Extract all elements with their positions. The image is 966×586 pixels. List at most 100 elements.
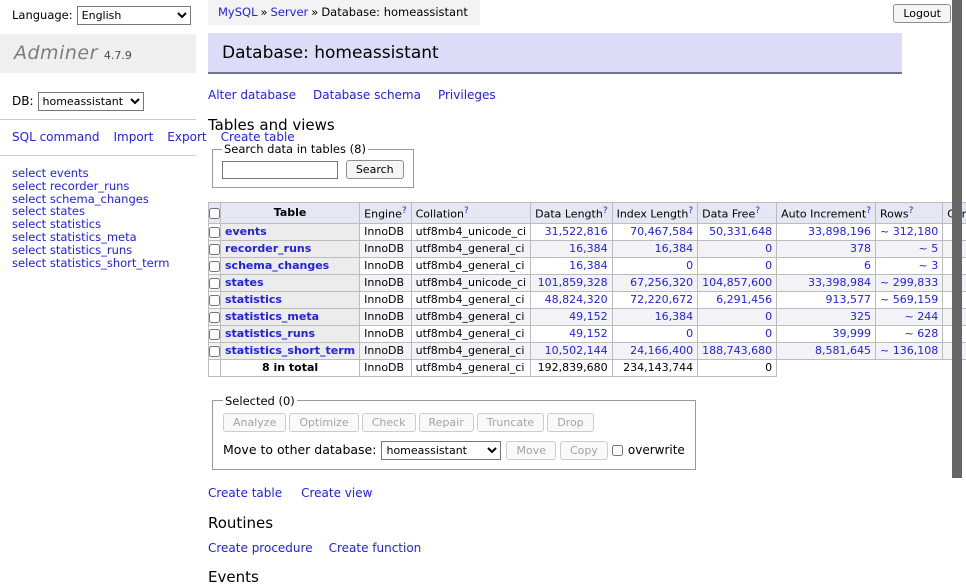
- help-link[interactable]: ?: [688, 206, 693, 216]
- breadcrumb-item[interactable]: MySQL: [218, 5, 258, 19]
- sidebar-item-statistics_meta[interactable]: select statistics_meta: [12, 231, 196, 244]
- select-all-checkbox[interactable]: [209, 208, 220, 219]
- cell-collation: utf8mb4_unicode_ci: [411, 274, 530, 291]
- row-checkbox-statistics[interactable]: [209, 295, 220, 306]
- cell-table-name: statistics_runs: [221, 325, 360, 342]
- breadcrumb-item: Database: homeassistant: [321, 5, 468, 19]
- cell-table-name: statistics: [221, 291, 360, 308]
- cell-engine: InnoDB: [360, 257, 411, 274]
- column-header-index-length: Index Length?: [612, 203, 698, 224]
- language-select[interactable]: English: [77, 6, 191, 25]
- analyze-button[interactable]: Analyze: [223, 413, 286, 432]
- db-select[interactable]: homeassistant: [38, 92, 144, 111]
- help-link[interactable]: ?: [866, 206, 871, 216]
- sidebar-item-recorder_runs[interactable]: select recorder_runs: [12, 180, 196, 193]
- cell-data-free: 50,331,648: [698, 223, 777, 240]
- help-link[interactable]: ?: [402, 206, 407, 216]
- search-input[interactable]: [222, 161, 338, 179]
- table-link-states[interactable]: states: [225, 276, 264, 289]
- logout-button[interactable]: Logout: [893, 4, 951, 23]
- sidebar-action-import[interactable]: Import: [113, 130, 153, 144]
- cell-data-free: 188,743,680: [698, 342, 777, 359]
- sidebar-actions: SQL commandImportExportCreate table: [0, 128, 196, 147]
- table-row: statistics_metaInnoDButf8mb4_general_ci4…: [209, 308, 966, 325]
- row-checkbox-states[interactable]: [209, 278, 220, 289]
- totals-index-length: 234,143,744: [612, 359, 698, 376]
- help-link[interactable]: ?: [464, 206, 469, 216]
- sidebar-action-sql-command[interactable]: SQL command: [12, 130, 99, 144]
- search-legend: Search data in tables (8): [222, 142, 368, 156]
- search-button[interactable]: Search: [346, 160, 404, 179]
- routines-heading: Routines: [208, 514, 902, 532]
- vertical-scrollbar-thumb[interactable]: [952, 0, 962, 478]
- sidebar-action-export[interactable]: Export: [167, 130, 206, 144]
- selected-fieldset: Selected (0) AnalyzeOptimizeCheckRepairT…: [212, 394, 696, 470]
- cell-auto-increment: 913,577: [777, 291, 876, 308]
- cell-engine: InnoDB: [360, 325, 411, 342]
- sidebar: Language:English Adminer4.7.9 DB:homeass…: [0, 0, 196, 269]
- cell-data-length: 31,522,816: [531, 223, 612, 240]
- privileges-link[interactable]: Privileges: [438, 88, 496, 102]
- table-link-schema_changes[interactable]: schema_changes: [225, 259, 329, 272]
- check-button[interactable]: Check: [362, 413, 416, 432]
- selected-legend: Selected (0): [223, 394, 297, 408]
- totals-row: 8 in totalInnoDButf8mb4_general_ci192,83…: [209, 359, 966, 376]
- table-link-statistics_short_term[interactable]: statistics_short_term: [225, 344, 355, 357]
- sidebar-table-links: select eventsselect recorder_runsselect …: [0, 164, 196, 269]
- sidebar-item-statistics_runs[interactable]: select statistics_runs: [12, 244, 196, 257]
- drop-button[interactable]: Drop: [547, 413, 593, 432]
- row-checkbox-events[interactable]: [209, 227, 220, 238]
- selected-actions: AnalyzeOptimizeCheckRepairTruncateDrop: [223, 413, 685, 432]
- row-checkbox-statistics_short_term[interactable]: [209, 346, 220, 357]
- sidebar-item-events[interactable]: select events: [12, 167, 196, 180]
- cell-collation: utf8mb4_general_ci: [411, 291, 530, 308]
- cell-auto-increment: 33,898,196: [777, 223, 876, 240]
- row-checkbox-statistics_meta[interactable]: [209, 312, 220, 323]
- overwrite-checkbox[interactable]: [612, 445, 623, 456]
- cell-data-free: 0: [698, 240, 777, 257]
- cell-index-length: 67,256,320: [612, 274, 698, 291]
- language-row: Language:English: [0, 0, 196, 25]
- cell-table-name: events: [221, 223, 360, 240]
- database-schema-link[interactable]: Database schema: [313, 88, 421, 102]
- table-link-events[interactable]: events: [225, 225, 267, 238]
- cell-auto-increment: 6: [777, 257, 876, 274]
- row-checkbox-schema_changes[interactable]: [209, 261, 220, 272]
- truncate-button[interactable]: Truncate: [477, 413, 544, 432]
- cell-engine: InnoDB: [360, 274, 411, 291]
- create-view-link[interactable]: Create view: [301, 486, 372, 500]
- move-db-select[interactable]: homeassistant: [381, 441, 501, 460]
- cell-engine: InnoDB: [360, 308, 411, 325]
- table-link-recorder_runs[interactable]: recorder_runs: [225, 242, 311, 255]
- cell-data-free: 0: [698, 308, 777, 325]
- cell-engine: InnoDB: [360, 291, 411, 308]
- table-link-statistics_meta[interactable]: statistics_meta: [225, 310, 319, 323]
- help-link[interactable]: ?: [603, 206, 608, 216]
- create-table-link[interactable]: Create table: [208, 486, 282, 500]
- column-header-table: Table: [221, 203, 360, 224]
- breadcrumb: MySQL»Server»Database: homeassistant: [208, 0, 480, 25]
- help-link[interactable]: ?: [909, 206, 914, 216]
- move-button[interactable]: Move: [506, 441, 556, 460]
- repair-button[interactable]: Repair: [419, 413, 474, 432]
- cell-collation: utf8mb4_general_ci: [411, 240, 530, 257]
- row-checkbox-recorder_runs[interactable]: [209, 244, 220, 255]
- alter-database-link[interactable]: Alter database: [208, 88, 296, 102]
- select-all-cell: [209, 203, 221, 224]
- create-links: Create table Create view: [208, 486, 902, 500]
- db-label: DB:: [12, 94, 34, 108]
- cell-rows: ~ 312,180: [876, 223, 943, 240]
- table-row: statistics_runsInnoDButf8mb4_general_ci4…: [209, 325, 966, 342]
- row-checkbox-statistics_runs[interactable]: [209, 329, 220, 340]
- copy-button[interactable]: Copy: [560, 441, 608, 460]
- cell-rows: ~ 5: [876, 240, 943, 257]
- cell-data-free: 104,857,600: [698, 274, 777, 291]
- totals-data-length: 192,839,680: [531, 359, 612, 376]
- breadcrumb-item[interactable]: Server: [271, 5, 309, 19]
- help-link[interactable]: ?: [755, 206, 760, 216]
- optimize-button[interactable]: Optimize: [289, 413, 358, 432]
- sidebar-item-statistics_short_term[interactable]: select statistics_short_term: [12, 257, 196, 270]
- table-link-statistics[interactable]: statistics: [225, 293, 282, 306]
- table-link-statistics_runs[interactable]: statistics_runs: [225, 327, 315, 340]
- cell-index-length: 72,220,672: [612, 291, 698, 308]
